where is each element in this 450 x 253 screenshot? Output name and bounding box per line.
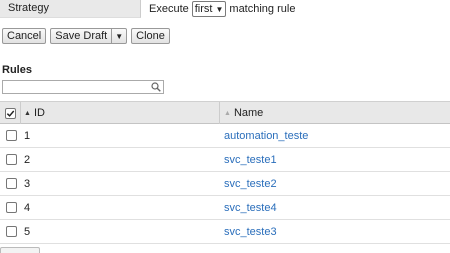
save-draft-button[interactable]: Save Draft	[50, 28, 113, 44]
rules-heading: Rules	[2, 64, 32, 76]
row-checkbox[interactable]	[6, 154, 17, 165]
strategy-value: Execute first ▼ matching rule	[149, 1, 295, 17]
rule-name-link[interactable]: svc_teste4	[224, 196, 277, 219]
caret-down-icon: ▼	[115, 31, 124, 41]
save-draft-split-button: Save Draft ▼	[50, 28, 128, 44]
table-row: 3 svc_teste2	[0, 172, 450, 196]
checkmark-icon	[6, 110, 14, 117]
row-checkbox[interactable]	[6, 178, 17, 189]
row-checkbox[interactable]	[6, 226, 17, 237]
column-header-id-label: ID	[33, 107, 45, 119]
rule-name-link[interactable]: svc_teste1	[224, 148, 277, 171]
table-row: 2 svc_teste1	[0, 148, 450, 172]
strategy-prefix: Execute	[149, 3, 189, 15]
toolbar: Cancel Save Draft ▼ Clone	[2, 28, 170, 44]
row-id: 3	[24, 177, 31, 190]
search-icon[interactable]	[151, 82, 161, 92]
strategy-select-value: first	[194, 3, 213, 15]
sort-both-icon: ▲︎	[224, 109, 231, 117]
strategy-select[interactable]: first ▼	[191, 1, 227, 17]
strategy-suffix: matching rule	[229, 3, 296, 15]
row-id: 1	[24, 129, 31, 142]
row-checkbox[interactable]	[6, 202, 17, 213]
sort-up-icon: ▲	[24, 109, 31, 117]
table-row: 1 automation_teste	[0, 124, 450, 148]
row-checkbox[interactable]	[6, 130, 17, 141]
rule-name-link[interactable]: automation_teste	[224, 124, 308, 147]
save-draft-dropdown[interactable]: ▼	[112, 28, 128, 44]
cancel-button[interactable]: Cancel	[2, 28, 47, 44]
clone-button[interactable]: Clone	[131, 28, 170, 44]
select-all-checkbox[interactable]	[4, 107, 16, 119]
table-row: 4 svc_teste4	[0, 196, 450, 220]
column-header-name-label: Name	[233, 107, 264, 119]
chevron-down-icon: ▼	[215, 4, 224, 14]
row-id: 2	[24, 153, 31, 166]
select-all-cell	[0, 102, 21, 124]
strategy-row: Strategy Execute first ▼ matching rule	[0, 0, 450, 18]
bottom-button-stub[interactable]	[0, 247, 40, 253]
rules-table: ▲ ID ▲︎ Name 1 automation_teste 2 svc_te…	[0, 101, 450, 244]
table-header: ▲ ID ▲︎ Name	[0, 101, 450, 124]
row-id: 4	[24, 201, 31, 214]
rule-name-link[interactable]: svc_teste3	[224, 220, 277, 243]
column-header-name[interactable]: ▲︎ Name	[221, 102, 263, 124]
rules-filter-input[interactable]	[2, 80, 164, 94]
row-id: 5	[24, 225, 31, 238]
strategy-label: Strategy	[0, 0, 141, 18]
table-row: 5 svc_teste3	[0, 220, 450, 244]
rule-name-link[interactable]: svc_teste2	[224, 172, 277, 195]
column-header-id[interactable]: ▲ ID	[21, 102, 220, 124]
